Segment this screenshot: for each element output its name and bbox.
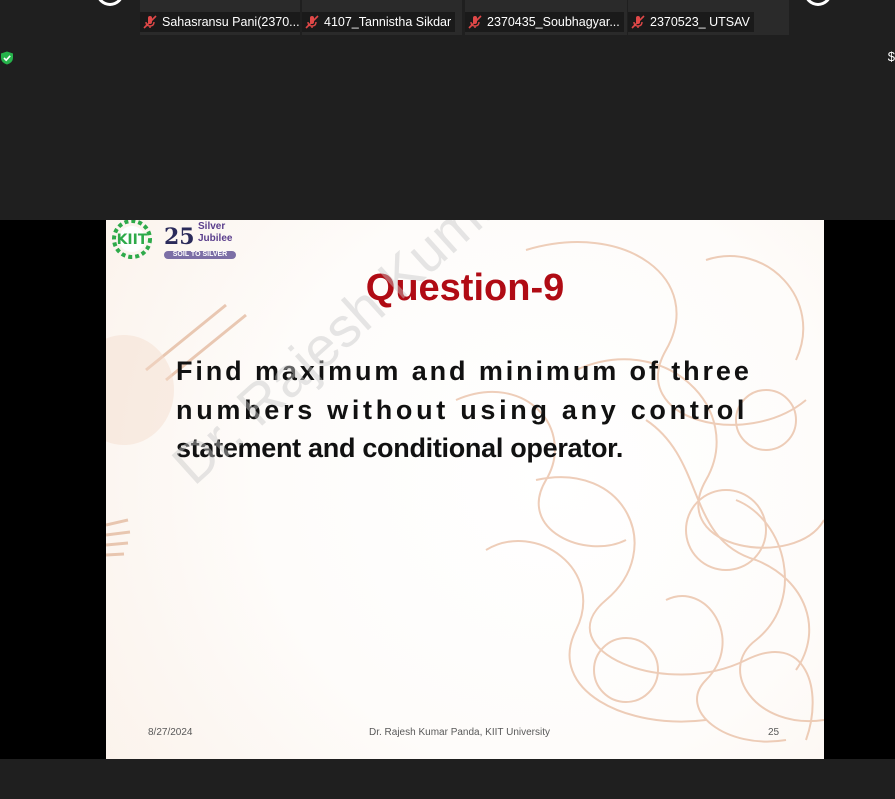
slide-body-line: statement and conditional operator. [176, 433, 624, 463]
participant-name-label: 2370523_ UTSAV [628, 12, 754, 32]
participant-tile[interactable]: 2370523_ UTSAV [628, 0, 789, 35]
kiit-silver-jubilee-logo: KIIT 25 Silver Jubilee SOIL TO SILVER [106, 220, 246, 262]
participant-tile[interactable]: 4107_Tannistha Sikdar [302, 0, 462, 35]
slide-body: Find maximum and minimum of three number… [176, 352, 776, 468]
avatar-icon[interactable] [804, 0, 832, 6]
presentation-slide: KIIT 25 Silver Jubilee SOIL TO SILVER Qu… [106, 220, 824, 759]
slide-body-line: numbers without using any control [176, 394, 749, 425]
mic-off-icon [305, 15, 319, 29]
slide-body-line: Find maximum and minimum of three [176, 356, 752, 386]
jubilee-label: Silver Jubilee [198, 221, 233, 244]
avatar-icon[interactable] [96, 0, 124, 6]
participant-tile[interactable]: 2370435_Soubhagyar... [465, 0, 627, 35]
shield-check-icon[interactable] [0, 51, 14, 65]
participant-tile[interactable]: Sahasransu Pani(2370... [140, 0, 300, 35]
participant-name: 2370435_Soubhagyar... [487, 15, 620, 29]
svg-text:25: 25 [164, 224, 195, 250]
footer-author: Dr. Rajesh Kumar Panda, KIIT University [369, 727, 550, 738]
footer-date: 8/27/2024 [148, 727, 193, 738]
participant-name: 2370523_ UTSAV [650, 15, 750, 29]
slide-title: Question-9 [365, 267, 565, 309]
mic-off-icon [143, 15, 157, 29]
participant-name-label: 4107_Tannistha Sikdar [302, 12, 456, 32]
tagline-badge: SOIL TO SILVER [164, 251, 236, 259]
edge-indicator-icon: $ [887, 49, 895, 64]
participant-name: Sahasransu Pani(2370... [162, 15, 300, 29]
participant-strip: Sahasransu Pani(2370... 4107_Tannistha S… [0, 0, 895, 220]
participant-name-label: 2370435_Soubhagyar... [465, 12, 624, 32]
bottom-bar [0, 759, 895, 799]
participant-name-label: Sahasransu Pani(2370... [140, 12, 300, 32]
participant-name: 4107_Tannistha Sikdar [324, 15, 452, 29]
mic-off-icon [468, 15, 482, 29]
svg-text:KIIT: KIIT [117, 232, 148, 248]
footer-page-number: 25 [768, 727, 780, 738]
mic-off-icon [631, 15, 645, 29]
